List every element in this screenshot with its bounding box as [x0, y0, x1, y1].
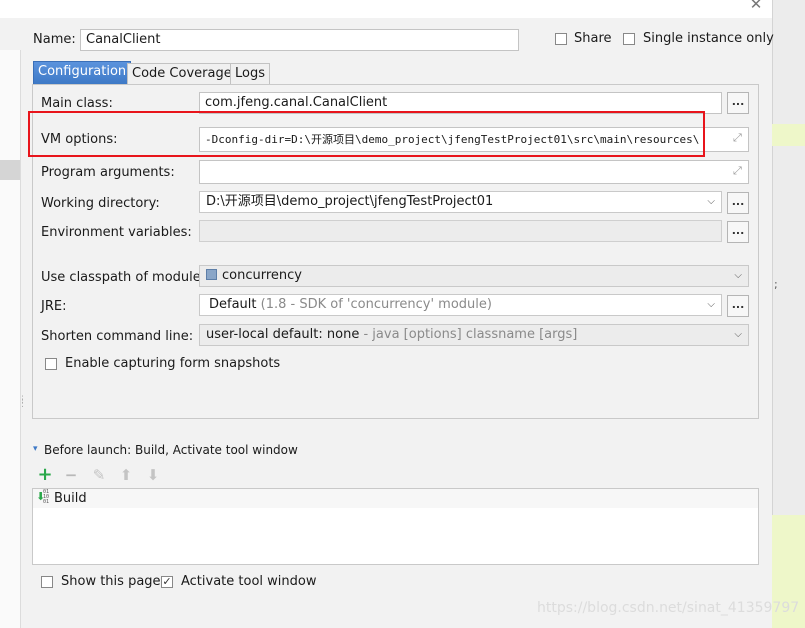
environment-variables-label: Environment variables: — [41, 225, 192, 240]
edit-icon[interactable]: ✎ — [91, 467, 107, 483]
build-item-label: Build — [54, 491, 87, 506]
classpath-module-value: concurrency — [222, 268, 302, 283]
watermark: https://blog.csdn.net/sinat_41359797 — [537, 600, 800, 616]
before-launch-title[interactable]: Before launch: Build, Activate tool wind… — [44, 443, 298, 457]
jre-browse-button[interactable]: ... — [727, 295, 749, 317]
working-directory-value: D:\开源项目\demo_project\jfengTestProject01 — [206, 194, 494, 209]
jre-detail: (1.8 - SDK of 'concurrency' module) — [260, 297, 492, 312]
main-class-browse-button[interactable]: ... — [727, 92, 749, 114]
classpath-module-label: Use classpath of module: — [41, 270, 206, 285]
activate-window-label: Activate tool window — [181, 574, 317, 589]
working-directory-combo[interactable]: D:\开源项目\demo_project\jfengTestProject01 … — [199, 191, 722, 213]
show-page-checkbox[interactable] — [41, 576, 53, 588]
jre-combo[interactable]: Default (1.8 - SDK of 'concurrency' modu… — [199, 294, 722, 316]
chevron-down-icon[interactable]: ⌵ — [734, 325, 742, 345]
jre-value: Default — [209, 297, 257, 312]
background-text-fragment: ; — [774, 278, 778, 291]
show-page-label: Show this page — [61, 574, 161, 589]
activate-window-checkbox[interactable]: ✓ — [161, 576, 173, 588]
single-instance-label: Single instance only — [643, 31, 774, 46]
working-directory-label: Working directory: — [41, 196, 160, 211]
build-binary-icon: 01 10 01 — [43, 489, 50, 505]
chevron-down-icon[interactable]: ⌵ — [707, 192, 715, 212]
jre-label: JRE: — [41, 299, 67, 314]
name-input[interactable]: CanalClient — [80, 29, 519, 51]
chevron-down-icon[interactable]: ⌵ — [707, 295, 715, 315]
tab-code-coverage[interactable]: Code Coverage — [127, 63, 237, 85]
classpath-module-select[interactable]: concurrency ⌵ — [199, 265, 749, 287]
tab-logs[interactable]: Logs — [230, 63, 270, 85]
move-down-icon[interactable]: ⬇ — [145, 467, 161, 483]
capture-snapshots-checkbox[interactable] — [45, 358, 57, 370]
tab-configuration[interactable]: Configuration — [33, 61, 132, 84]
program-arguments-input[interactable] — [199, 160, 749, 184]
title-strip — [0, 0, 772, 18]
list-item[interactable] — [33, 489, 758, 508]
share-label: Share — [574, 31, 612, 46]
share-checkbox[interactable] — [555, 33, 567, 45]
shorten-command-line-label: Shorten command line: — [41, 329, 194, 344]
annotation-highlight-box — [28, 111, 705, 157]
module-icon — [206, 269, 217, 280]
main-class-label: Main class: — [41, 96, 113, 111]
name-label: Name: — [33, 32, 76, 47]
shorten-command-line-value: user-local default: none — [206, 327, 360, 342]
move-up-icon[interactable]: ⬆ — [118, 467, 134, 483]
environment-variables-browse-button[interactable]: ... — [727, 221, 749, 243]
shorten-command-line-select[interactable]: user-local default: none - java [options… — [199, 324, 749, 346]
background-highlight — [772, 124, 805, 146]
program-arguments-expand-icon[interactable]: ⤢ — [733, 164, 742, 178]
vm-options-expand-icon[interactable]: ⤢ — [733, 131, 742, 145]
working-directory-browse-button[interactable]: ... — [727, 192, 749, 214]
collapse-triangle-icon[interactable]: ▾ — [33, 444, 38, 454]
capture-snapshots-label: Enable capturing form snapshots — [65, 356, 281, 371]
environment-variables-input[interactable] — [199, 220, 722, 242]
single-instance-checkbox[interactable] — [623, 33, 635, 45]
splitter-handle[interactable]: ⋮ ⋮ — [18, 396, 27, 414]
chevron-down-icon[interactable]: ⌵ — [734, 266, 742, 286]
add-icon[interactable]: + — [37, 466, 53, 484]
shorten-command-line-detail: - java [options] classname [args] — [363, 327, 578, 342]
left-tree-selected-row[interactable] — [0, 160, 20, 180]
program-arguments-label: Program arguments: — [41, 165, 175, 180]
remove-icon[interactable]: − — [63, 467, 79, 483]
close-icon[interactable]: ✕ — [748, 0, 764, 12]
left-config-tree — [0, 50, 21, 628]
